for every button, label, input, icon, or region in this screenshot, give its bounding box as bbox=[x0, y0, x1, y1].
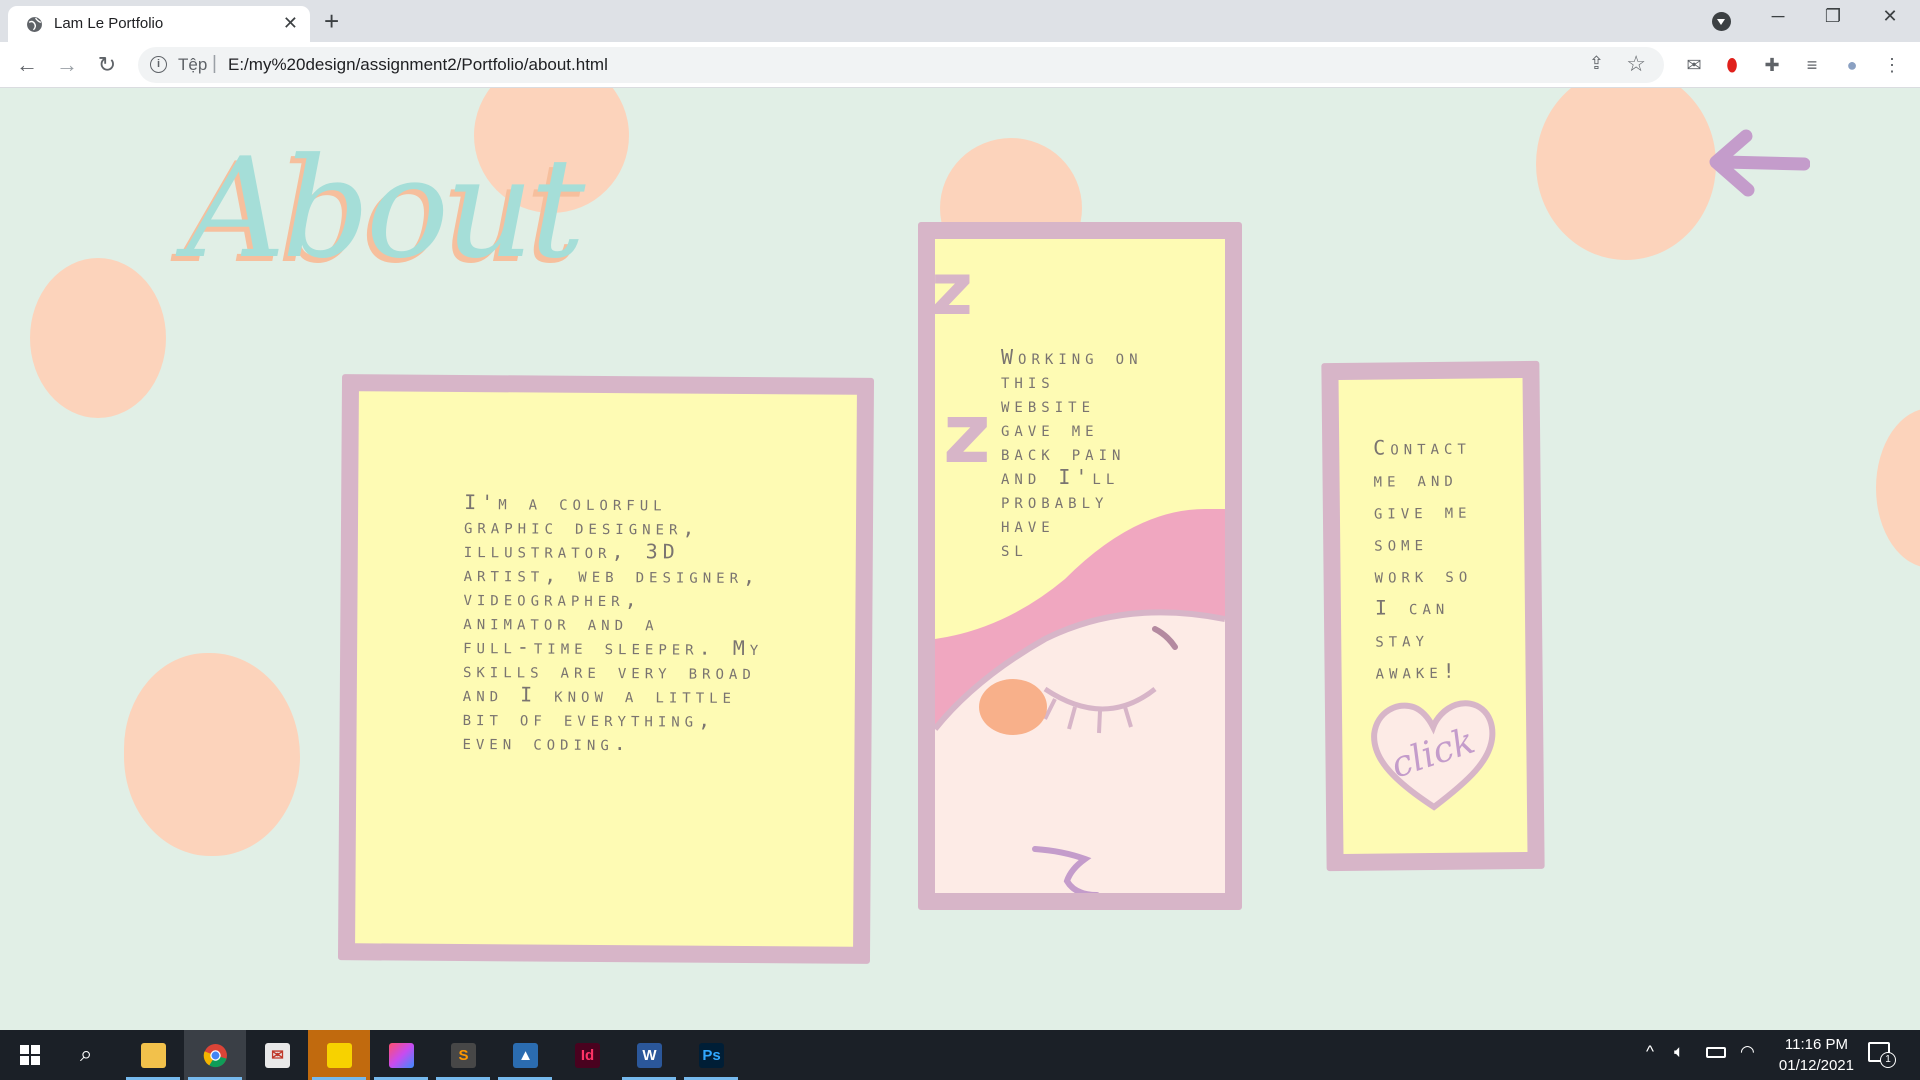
search-icon: ⌕ bbox=[80, 1041, 93, 1066]
new-tab-button[interactable]: + bbox=[324, 6, 339, 36]
menu-kebab-icon[interactable]: ⋮ bbox=[1880, 53, 1904, 77]
intro-text: I'm a colorful graphic designer, illustr… bbox=[462, 490, 764, 756]
sticky-note-icon bbox=[327, 1043, 352, 1068]
clock-time: 11:16 PM bbox=[1784, 1036, 1848, 1053]
reload-icon[interactable]: ↻ bbox=[92, 50, 122, 80]
folder-icon bbox=[141, 1043, 166, 1068]
peach-blob bbox=[1536, 88, 1716, 260]
mail-icon: ✉ bbox=[265, 1043, 290, 1068]
forward-arrow-icon[interactable]: → bbox=[52, 50, 82, 80]
address-bar[interactable]: i Tệp | E:/my%20design/assignment2/Portf… bbox=[138, 47, 1664, 83]
photoshop-icon: Ps bbox=[699, 1043, 724, 1068]
restore-button[interactable]: ❐ bbox=[1813, 6, 1853, 27]
battery-icon[interactable] bbox=[1706, 1047, 1726, 1058]
tab-title: Lam Le Portfolio bbox=[54, 15, 164, 32]
taskbar-photos[interactable]: ▲ bbox=[494, 1030, 556, 1080]
sublime-icon: S bbox=[451, 1043, 476, 1068]
start-button[interactable] bbox=[0, 1030, 62, 1080]
contact-frame: Contact me and give me some work so I ca… bbox=[1321, 360, 1545, 872]
security-label: Tệp bbox=[178, 55, 208, 74]
clock-date: 01/12/2021 bbox=[1778, 1057, 1854, 1074]
close-window-button[interactable]: ✕ bbox=[1870, 6, 1910, 27]
windows-taskbar: ⌕ ✉ S ▲ Id W Ps ^ 🔈︎ ◠ 11:16 PM 01/12/20… bbox=[0, 1030, 1920, 1080]
taskbar-creative-cloud[interactable] bbox=[370, 1030, 432, 1080]
click-heart-button[interactable]: click bbox=[1368, 696, 1499, 817]
taskbar-mail-app[interactable]: ✉ bbox=[246, 1030, 308, 1080]
peach-blob bbox=[1876, 408, 1920, 568]
browser-toolbar: ← → ↻ i Tệp | E:/my%20design/assignment2… bbox=[0, 42, 1920, 88]
extensions-puzzle-icon[interactable]: ✚ bbox=[1760, 53, 1784, 77]
word-icon: W bbox=[637, 1043, 662, 1068]
search-button[interactable]: ⌕ bbox=[58, 1030, 120, 1080]
back-arrow-icon[interactable] bbox=[1706, 124, 1810, 202]
taskbar-indesign[interactable]: Id bbox=[556, 1030, 618, 1080]
system-clock[interactable]: 11:16 PM 01/12/2021 bbox=[1779, 1034, 1854, 1076]
sleeping-face-illustration bbox=[935, 509, 1225, 893]
taskbar-sticky-notes[interactable] bbox=[308, 1030, 370, 1080]
browser-tab-strip: Lam Le Portfolio ✕ + ─ ❐ ✕ bbox=[0, 0, 1920, 42]
taskbar-word[interactable]: W bbox=[618, 1030, 680, 1080]
taskbar-sublime-text[interactable]: S bbox=[432, 1030, 494, 1080]
sleep-z-letter: z bbox=[931, 247, 973, 331]
taskbar-photoshop[interactable]: Ps bbox=[680, 1030, 742, 1080]
peach-blob bbox=[30, 258, 166, 418]
browser-tab[interactable]: Lam Le Portfolio ✕ bbox=[8, 6, 310, 42]
info-icon[interactable]: i bbox=[150, 56, 167, 73]
page-canvas: About I'm a colorful graphic designer, i… bbox=[0, 88, 1920, 1030]
globe-icon bbox=[27, 17, 42, 32]
notification-count-badge: 1 bbox=[1880, 1052, 1896, 1068]
creative-cloud-icon bbox=[389, 1043, 414, 1068]
page-title: About bbox=[186, 128, 585, 289]
minimize-button[interactable]: ─ bbox=[1758, 6, 1798, 27]
chrome-icon bbox=[203, 1044, 227, 1068]
share-icon[interactable]: ⇪ bbox=[1589, 53, 1604, 74]
intro-frame: I'm a colorful graphic designer, illustr… bbox=[337, 374, 875, 964]
notification-center-icon[interactable]: 1 bbox=[1868, 1042, 1896, 1068]
bookmark-star-icon[interactable]: ☆ bbox=[1626, 51, 1646, 77]
windows-logo-icon bbox=[20, 1045, 40, 1065]
peach-heart-blob bbox=[124, 653, 300, 856]
volume-icon[interactable]: 🔈︎ bbox=[1674, 1042, 1684, 1062]
chevron-up-icon[interactable]: ^ bbox=[1646, 1042, 1654, 1062]
taskbar-chrome[interactable] bbox=[184, 1030, 246, 1080]
wifi-icon[interactable]: ◠ bbox=[1740, 1042, 1755, 1062]
opera-extension-icon[interactable]: ⬮ bbox=[1720, 53, 1744, 77]
url-text[interactable]: E:/my%20design/assignment2/Portfolio/abo… bbox=[228, 55, 608, 75]
photos-icon: ▲ bbox=[513, 1043, 538, 1068]
media-queue-icon[interactable]: ≡ bbox=[1800, 53, 1824, 77]
avatar[interactable]: ● bbox=[1840, 53, 1864, 77]
mail-extension-icon[interactable]: ✉ bbox=[1682, 53, 1706, 77]
sleep-frame: z z Working on this website gave me back… bbox=[918, 222, 1242, 910]
back-arrow-icon[interactable]: ← bbox=[12, 50, 42, 80]
close-tab-icon[interactable]: ✕ bbox=[283, 13, 298, 33]
divider: | bbox=[212, 53, 217, 74]
indesign-icon: Id bbox=[575, 1043, 600, 1068]
sleep-z-letter: z bbox=[943, 387, 991, 482]
taskbar-file-explorer[interactable] bbox=[122, 1030, 184, 1080]
contact-text: Contact me and give me some work so I ca… bbox=[1373, 434, 1473, 684]
tab-search-icon[interactable] bbox=[1712, 12, 1731, 31]
